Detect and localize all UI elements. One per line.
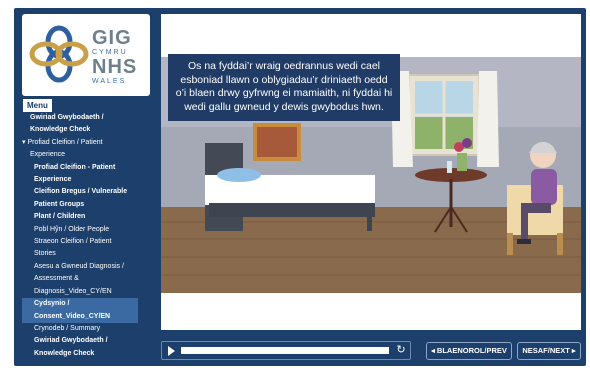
menu-item[interactable]: Experience xyxy=(22,174,138,186)
menu-item[interactable]: Knowledge Check xyxy=(22,124,138,136)
replay-icon[interactable]: ↻ xyxy=(395,344,407,356)
menu-item[interactable]: Cydsynio / xyxy=(22,298,138,311)
logo-text-gig: GIG xyxy=(92,27,132,49)
menu-item[interactable]: Straeon Cleifion / Patient xyxy=(22,236,138,248)
menu-item[interactable]: Gwiriad Gwybodaeth / xyxy=(22,112,138,124)
player-controls: ↻ ◂ BLAENOROL/PREV NESAF/NEXT ▸ xyxy=(161,339,581,363)
celtic-knot-icon xyxy=(29,25,89,83)
logo-text-wales: WALES xyxy=(92,78,127,85)
menu-item[interactable]: Profiad Cleifion - Patient xyxy=(22,162,138,174)
prev-button[interactable]: ◂ BLAENOROL/PREV xyxy=(426,342,512,360)
menu-item[interactable]: Consent_Video_CY/EN xyxy=(22,310,138,323)
menu-heading: Menu xyxy=(23,99,52,112)
seekbar-fill xyxy=(181,347,365,354)
narration-caption: Os na fyddai’r wraig oedrannus wedi cael… xyxy=(168,54,400,121)
menu-panel: Gwiriad Gwybodaeth / Knowledge Check ▾ Pro… xyxy=(22,112,150,362)
slide-stage: Os na fyddai’r wraig oedrannus wedi cael… xyxy=(161,14,581,330)
menu-item[interactable]: Cleifion Bregus / Vulnerable xyxy=(22,186,138,198)
next-button[interactable]: NESAF/NEXT ▸ xyxy=(517,342,581,360)
menu-item[interactable]: Plant / Children xyxy=(22,211,138,223)
menu-item[interactable]: Diagnosis_Video_CY/EN xyxy=(22,286,138,298)
menu-item[interactable]: Knowledge Check xyxy=(22,348,138,360)
menu-list: Gwiriad Gwybodaeth / Knowledge Check ▾ Pro… xyxy=(22,112,138,360)
seekbar[interactable] xyxy=(181,347,389,354)
play-icon[interactable] xyxy=(168,346,175,356)
logo-text-nhs: NHS xyxy=(92,56,138,78)
seekbar-container: ↻ xyxy=(161,341,411,360)
menu-item[interactable]: ▾ Profiad Cleifion / Patient xyxy=(22,137,138,149)
menu-item[interactable]: Patient Groups xyxy=(22,199,138,211)
nhs-wales-logo: GIG CYMRU NHS WALES xyxy=(22,14,150,96)
menu-item[interactable]: Assessment & xyxy=(22,273,138,285)
menu-item[interactable]: Experience xyxy=(22,149,138,161)
menu-item[interactable]: Asesu a Gwneud Diagnosis / xyxy=(22,261,138,273)
menu-item[interactable]: Crynodeb / Summary xyxy=(22,323,138,335)
menu-item[interactable]: Pobl Hŷn / Older People xyxy=(22,224,138,236)
menu-item[interactable]: Gwiriad Gwybodaeth / xyxy=(22,335,138,347)
menu-item[interactable]: Stories xyxy=(22,248,138,260)
